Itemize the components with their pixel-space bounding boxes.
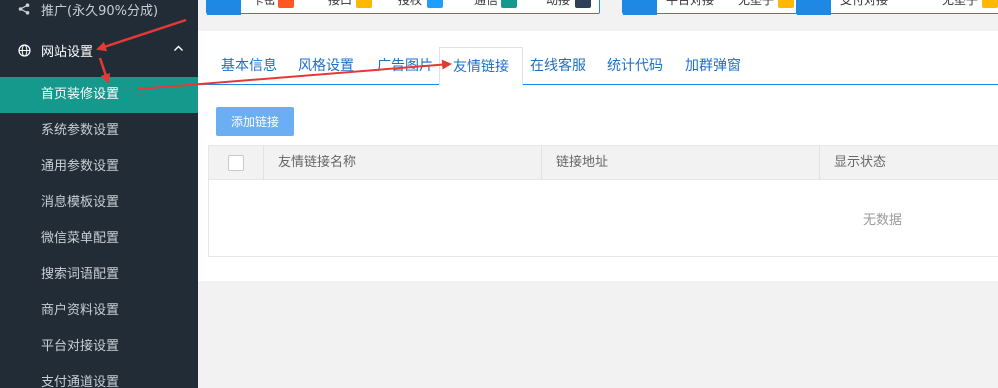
column-header-display-status[interactable]: 显示状态: [834, 146, 886, 180]
stat-label: 授权: [398, 0, 423, 7]
stat-label: 通信: [474, 0, 499, 7]
stat-badge: [778, 0, 794, 8]
stat-badge: [427, 0, 443, 8]
sidebar-item-search-terms[interactable]: 搜索词语配置: [0, 257, 198, 293]
stat-card-chip: [797, 0, 831, 15]
stat-badge: [356, 0, 372, 8]
stat-label: 平台对接: [666, 0, 715, 7]
stat-card-chip: [207, 0, 241, 15]
stat-badge: [501, 0, 517, 8]
empty-state-text: 无数据: [863, 213, 903, 228]
tab-ad-images[interactable]: 广告图片: [377, 47, 433, 85]
add-link-button[interactable]: 添加链接: [216, 107, 294, 136]
sidebar-promo-label: 推广(永久90%分成): [41, 3, 159, 19]
links-table: 友情链接名称 链接地址 显示状态 无数据: [208, 145, 998, 257]
stat-label: 无垫子: [942, 0, 979, 7]
stat-label: 接口: [328, 0, 353, 7]
sidebar-item-system-params[interactable]: 系统参数设置: [0, 113, 198, 149]
column-header-link-url[interactable]: 链接地址: [556, 146, 608, 180]
main-panel: 基本信息 风格设置 广告图片 友情链接 在线客服 统计代码 加群弹窗 添加链接 …: [198, 31, 998, 281]
table-header: 友情链接名称 链接地址 显示状态: [209, 146, 998, 180]
tab-basic-info[interactable]: 基本信息: [221, 47, 277, 85]
tab-group-popup[interactable]: 加群弹窗: [685, 47, 741, 85]
sidebar-group-website-settings[interactable]: 网站设置: [0, 34, 198, 66]
sidebar-item-merchant-profile[interactable]: 商户资料设置: [0, 293, 198, 329]
tab-stats-code[interactable]: 统计代码: [607, 47, 663, 85]
stat-label: 无垫子: [738, 0, 775, 7]
stat-label: 卡密: [252, 0, 277, 7]
sidebar-item-wechat-menu[interactable]: 微信菜单配置: [0, 221, 198, 257]
column-header-link-name[interactable]: 友情链接名称: [278, 146, 356, 180]
stat-card-chip: [623, 0, 657, 15]
sidebar-item-promo[interactable]: 推广(永久90%分成): [0, 0, 198, 24]
chevron-up-icon: [173, 43, 184, 58]
tab-style-settings[interactable]: 风格设置: [298, 47, 354, 85]
tab-friend-links[interactable]: 友情链接: [439, 47, 523, 86]
sidebar-group-label: 网站设置: [41, 44, 94, 60]
globe-icon: [17, 43, 31, 57]
column-divider: [541, 146, 542, 180]
sidebar-item-payment-channel[interactable]: 支付通道设置: [0, 365, 198, 388]
sidebar: 推广(永久90%分成) 网站设置 首页装修设置 系统参数设置 通用参数设置 消息…: [0, 0, 198, 388]
select-all-checkbox[interactable]: [228, 155, 244, 171]
stat-badge: [982, 0, 998, 8]
stat-label: 动接: [546, 0, 571, 7]
sidebar-item-message-templates[interactable]: 消息模板设置: [0, 185, 198, 221]
share-icon: [17, 2, 31, 16]
sidebar-item-general-params[interactable]: 通用参数设置: [0, 149, 198, 185]
stat-badge: [575, 0, 591, 8]
stats-strip: 卡密 接口 授权 通信 动接 平台对接 无垫子 支付对接 无垫子: [198, 0, 998, 20]
sidebar-item-platform-docking[interactable]: 平台对接设置: [0, 329, 198, 365]
stat-label: 支付对接: [840, 0, 889, 7]
tab-bar: 基本信息 风格设置 广告图片 友情链接 在线客服 统计代码 加群弹窗: [198, 47, 998, 86]
tab-online-service[interactable]: 在线客服: [530, 47, 586, 85]
stat-badge: [278, 0, 294, 8]
column-divider: [263, 146, 264, 180]
column-divider: [819, 146, 820, 180]
sidebar-item-homepage-decoration[interactable]: 首页装修设置: [0, 77, 198, 113]
